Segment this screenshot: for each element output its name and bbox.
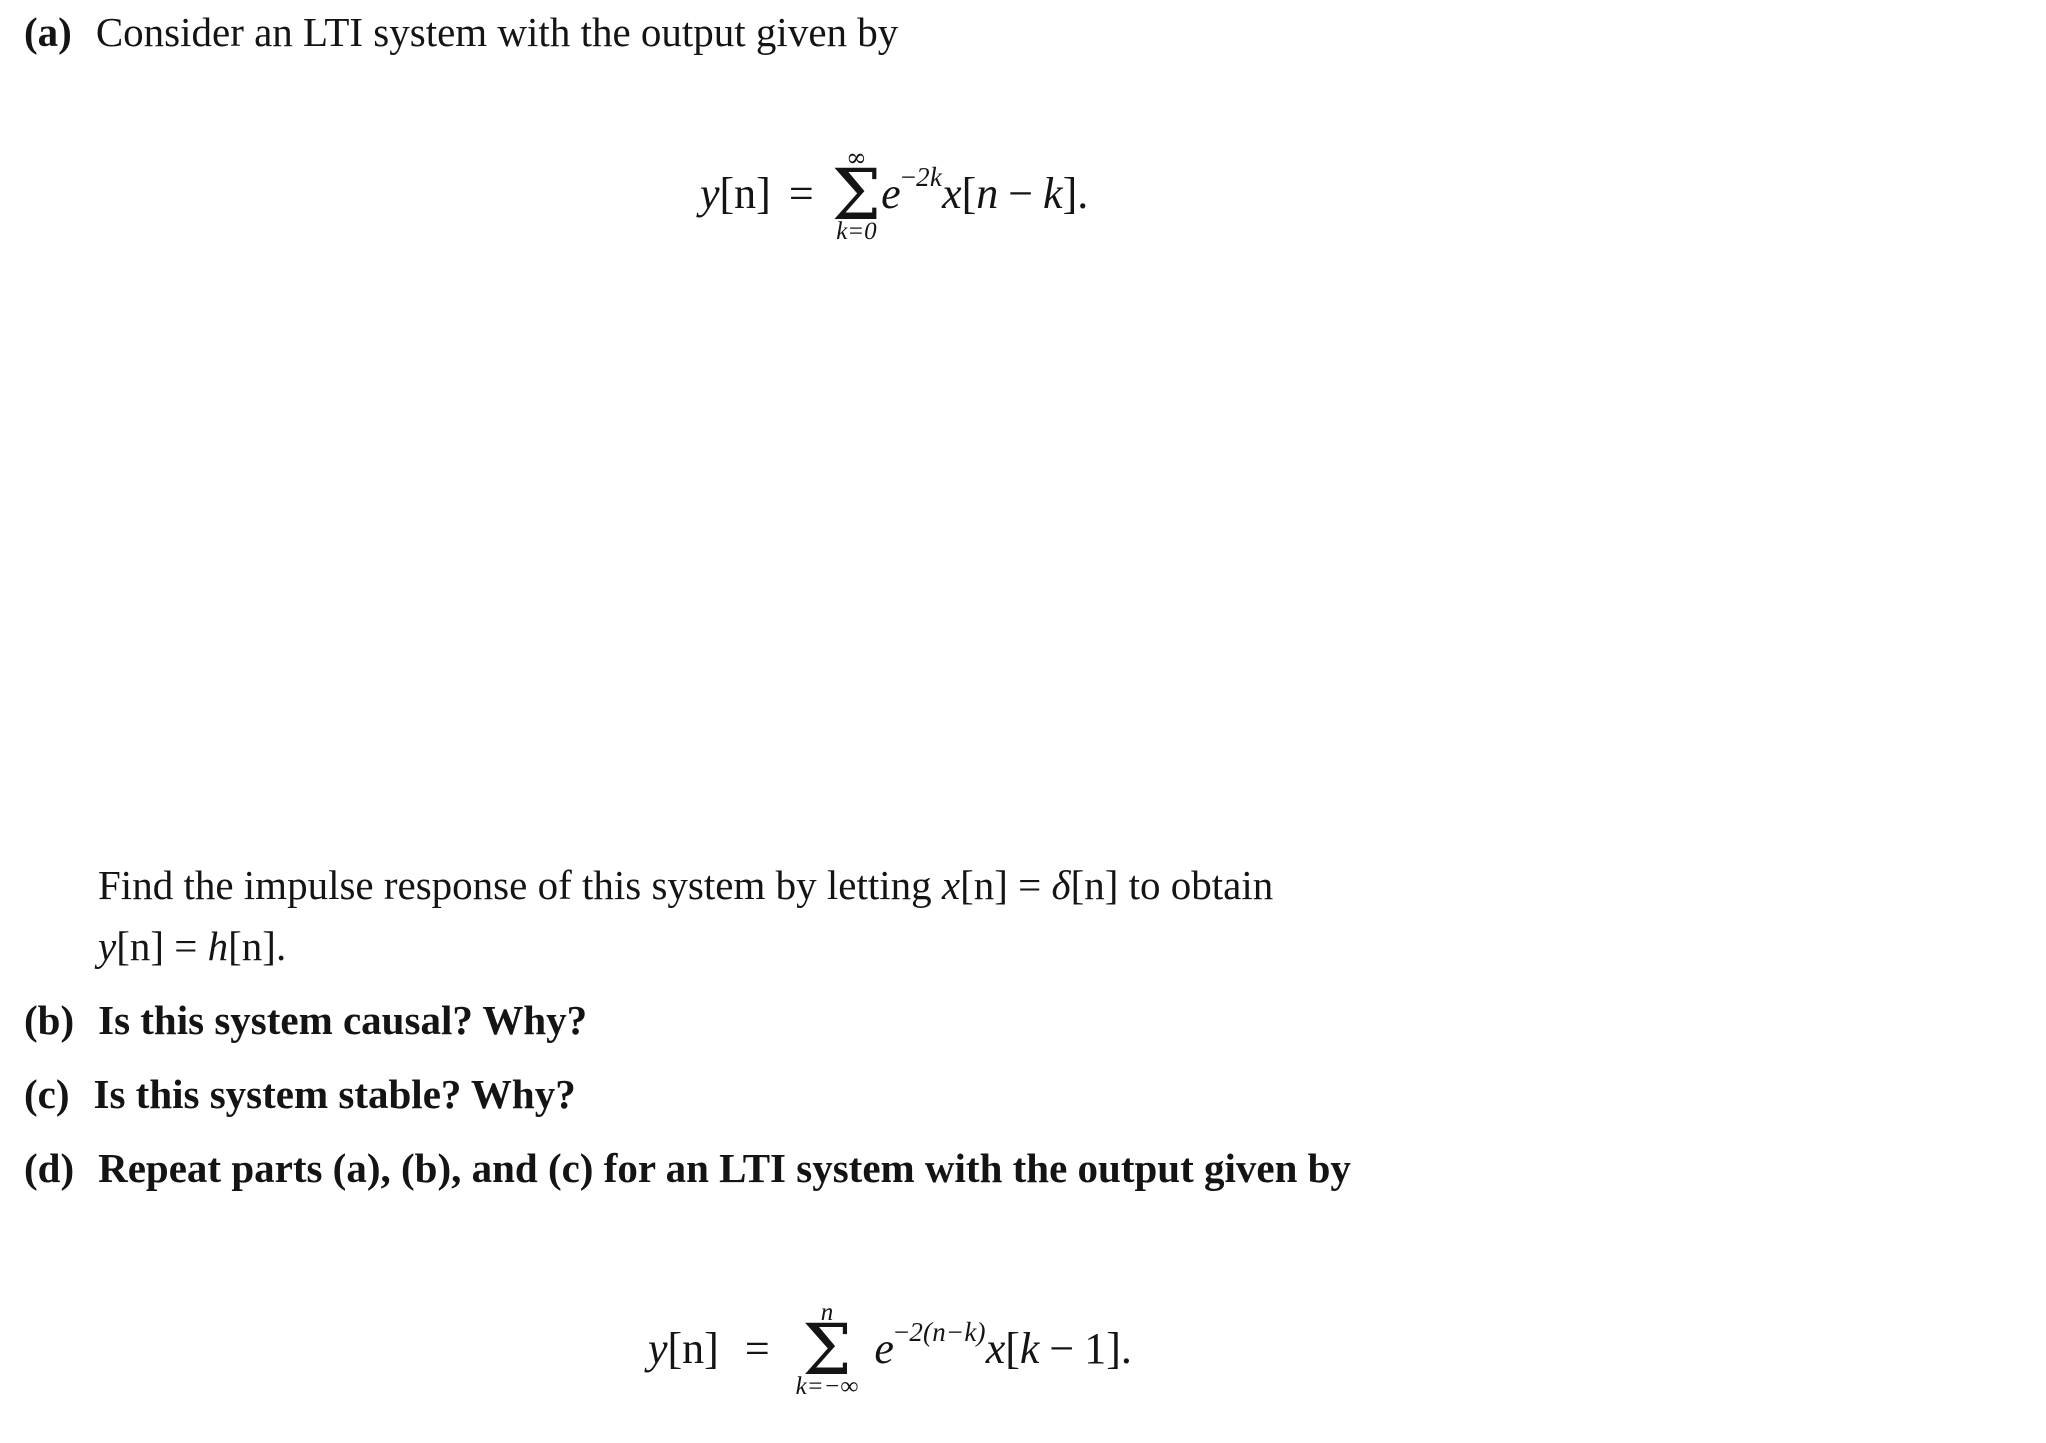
equation-1-exponent: −2k — [900, 161, 943, 192]
equation-2-base: e — [874, 1324, 894, 1374]
equation-1-base: e — [881, 169, 901, 219]
equation-2-operand-open: [ — [1005, 1324, 1020, 1374]
impulse-y-var: y — [98, 922, 117, 969]
equation-1-terminator: . — [1077, 169, 1089, 219]
equation-1-relation: = — [788, 169, 814, 219]
equation-1-summation: ∞ Σ k=0 — [832, 145, 882, 244]
equation-1-sum-lower: k=0 — [836, 217, 877, 245]
part-c-label: (c) — [24, 1071, 70, 1117]
part-d-label: (d) — [24, 1145, 75, 1191]
equation-2-summation: n Σ k=−∞ — [796, 1300, 859, 1399]
equation-1-operand-open: [ — [961, 169, 977, 219]
part-a: (a) Consider an LTI system with the outp… — [24, 8, 898, 56]
equation-2-operand-arg2: 1 — [1084, 1324, 1107, 1374]
part-b-label: (b) — [24, 997, 75, 1043]
part-a-label: (a) — [24, 9, 72, 55]
equation-2-lhs-index: [n] — [667, 1324, 719, 1374]
sigma-icon: Σ — [831, 154, 882, 236]
equation-2-lhs-var: y — [648, 1324, 668, 1374]
impulse-h-index: [n] — [228, 922, 276, 969]
equation-1-operand-var: x — [942, 169, 962, 219]
impulse-terminator: . — [275, 922, 287, 969]
equation-1: y [n] = ∞ Σ k=0 e −2k x[n − k]. — [700, 145, 1088, 244]
equation-1-lhs-var: y — [700, 169, 720, 219]
equation-2-operand-arg1: k — [1019, 1324, 1040, 1374]
equation-2-sum-lower: k=−∞ — [795, 1372, 859, 1400]
equation-1-exponent-sign: − — [900, 161, 917, 192]
equation-2-operand-close: ] — [1106, 1324, 1121, 1374]
impulse-x-var: x — [941, 862, 961, 908]
equation-1-operand-arg2: k — [1043, 169, 1063, 219]
equation-2-exponent: −2(n−k) — [893, 1316, 986, 1347]
equation-2-operand-op: − — [1049, 1324, 1075, 1374]
equation-2-exponent-sign: − — [893, 1316, 910, 1347]
part-c: (c) Is this system stable? Why? — [24, 1070, 576, 1118]
part-d: (d) Repeat parts (a), (b), and (c) for a… — [24, 1144, 1351, 1192]
sigma-icon: Σ — [802, 1309, 852, 1391]
impulse-y-index: [n] — [116, 922, 165, 969]
equation-2-operand-var: x — [985, 1324, 1006, 1374]
part-c-text: Is this system stable? Why? — [93, 1071, 576, 1117]
problem-page: (a) Consider an LTI system with the outp… — [0, 0, 2046, 1443]
equation-1-lhs-index: [n] — [719, 169, 771, 219]
impulse-delta-index: [n] — [1070, 862, 1119, 908]
impulse-h-var: h — [207, 922, 229, 969]
equation-2-terminator: . — [1120, 1324, 1132, 1374]
impulse-response-line-2: y[n] = h[n]. — [98, 919, 1918, 974]
equation-2: y [n] = n Σ k=−∞ e −2(n−k) x[k −1]. — [648, 1300, 1132, 1399]
equation-2-exponent-value: 2(n−k) — [909, 1316, 986, 1347]
part-a-text: Consider an LTI system with the output g… — [95, 9, 899, 55]
equation-1-exponent-value: 2k — [916, 161, 943, 192]
impulse-response-paragraph: Find the impulse response of this system… — [98, 858, 1918, 973]
equation-1-operand-op: − — [1008, 169, 1034, 219]
impulse-response-line-1-prefix: Find the impulse response of this system… — [98, 862, 942, 908]
part-d-text: Repeat parts (a), (b), and (c) for an LT… — [98, 1145, 1351, 1191]
part-b: (b) Is this system causal? Why? — [24, 996, 587, 1044]
impulse-delta-var: δ — [1051, 862, 1071, 908]
impulse-response-line-1: Find the impulse response of this system… — [98, 858, 1918, 913]
equation-2-relation: = — [744, 1324, 770, 1374]
equation-1-operand-close: ] — [1062, 169, 1078, 219]
impulse-eq-1: = — [1007, 862, 1052, 908]
impulse-eq-2: = — [164, 922, 208, 969]
equation-1-operand-arg1: n — [976, 169, 999, 219]
part-b-text: Is this system causal? Why? — [98, 997, 588, 1043]
impulse-response-line-1-suffix: to obtain — [1118, 862, 1274, 908]
impulse-x-index: [n] — [960, 862, 1008, 908]
